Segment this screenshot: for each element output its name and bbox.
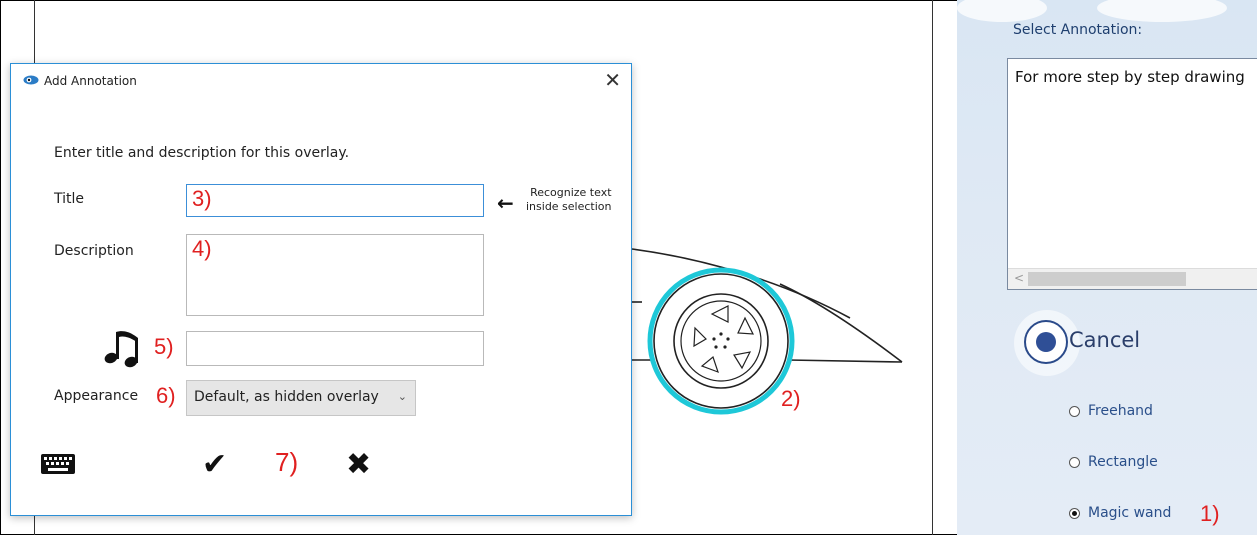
appearance-label: Appearance bbox=[54, 388, 139, 404]
car-hood-line bbox=[779, 283, 903, 363]
close-icon[interactable]: ✕ bbox=[604, 68, 621, 92]
cancel-label[interactable]: Cancel bbox=[1069, 328, 1140, 352]
car-sketch bbox=[631, 248, 903, 363]
music-note-icon[interactable] bbox=[103, 326, 153, 368]
add-annotation-dialog: Add Annotation ✕ Enter title and descrip… bbox=[10, 63, 632, 516]
wheel bbox=[647, 267, 795, 415]
app-icon bbox=[23, 75, 39, 85]
callout-7: 7) bbox=[275, 447, 299, 477]
title-label: Title bbox=[54, 191, 85, 207]
appearance-select[interactable]: Default, as hidden overlay ⌄ bbox=[186, 380, 416, 416]
wheel-highlight bbox=[647, 267, 795, 415]
cancel-radio-dot bbox=[1036, 332, 1056, 352]
description-input[interactable] bbox=[186, 234, 484, 316]
callout-2: 2) bbox=[781, 386, 801, 411]
annotation-textbox[interactable]: For more step by step drawing < bbox=[1007, 58, 1257, 290]
rim-spokes bbox=[693, 305, 755, 374]
scroll-thumb[interactable] bbox=[1028, 272, 1186, 286]
title-input[interactable] bbox=[186, 184, 484, 217]
chevron-down-icon: ⌄ bbox=[397, 390, 407, 403]
description-label: Description bbox=[54, 243, 134, 259]
left-arrow-icon: ← bbox=[497, 191, 514, 215]
recognize-text-button[interactable]: Recognize text inside selection bbox=[526, 186, 612, 214]
audio-file-input[interactable] bbox=[186, 331, 484, 366]
callout-3: 3) bbox=[192, 186, 212, 211]
radio-freehand[interactable]: Freehand bbox=[1069, 403, 1153, 419]
appearance-value: Default, as hidden overlay bbox=[194, 389, 379, 405]
radio-magic-wand-label: Magic wand bbox=[1088, 505, 1172, 521]
cancel-radio-ring bbox=[1024, 320, 1068, 364]
scroll-left-icon[interactable]: < bbox=[1014, 271, 1024, 285]
radio-rectangle-circle[interactable] bbox=[1069, 456, 1080, 468]
car-roof-line bbox=[631, 248, 851, 319]
radio-magic-wand-circle[interactable] bbox=[1069, 507, 1080, 519]
cloud-decoration bbox=[1097, 0, 1227, 22]
callout-6: 6) bbox=[156, 383, 176, 408]
dialog-title: Add Annotation bbox=[44, 74, 137, 88]
radio-freehand-circle[interactable] bbox=[1069, 405, 1080, 417]
keyboard-icon[interactable] bbox=[40, 453, 76, 475]
hub-bolts bbox=[712, 332, 730, 349]
radio-freehand-label: Freehand bbox=[1088, 403, 1153, 419]
radio-rectangle[interactable]: Rectangle bbox=[1069, 454, 1158, 470]
radio-rectangle-label: Rectangle bbox=[1088, 454, 1158, 470]
x-icon[interactable]: ✖ bbox=[346, 447, 371, 482]
horizontal-scrollbar[interactable]: < bbox=[1008, 268, 1257, 289]
dialog-titlebar[interactable]: Add Annotation ✕ bbox=[11, 64, 631, 96]
callout-1: 1) bbox=[1200, 501, 1220, 526]
recognize-hint-line1: Recognize text bbox=[530, 186, 612, 199]
checkmark-icon[interactable]: ✔ bbox=[202, 447, 227, 482]
cloud-decoration bbox=[957, 0, 1047, 22]
select-annotation-label: Select Annotation: bbox=[1013, 22, 1143, 38]
callout-5: 5) bbox=[154, 334, 174, 359]
recognize-hint-line2: inside selection bbox=[526, 200, 612, 213]
radio-magic-wand[interactable]: Magic wand bbox=[1069, 505, 1171, 521]
annotation-text: For more step by step drawing bbox=[1015, 68, 1245, 86]
car-rear-line bbox=[787, 359, 903, 363]
callout-4: 4) bbox=[192, 236, 212, 261]
dialog-instruction: Enter title and description for this ove… bbox=[54, 145, 350, 161]
rim bbox=[673, 293, 769, 389]
